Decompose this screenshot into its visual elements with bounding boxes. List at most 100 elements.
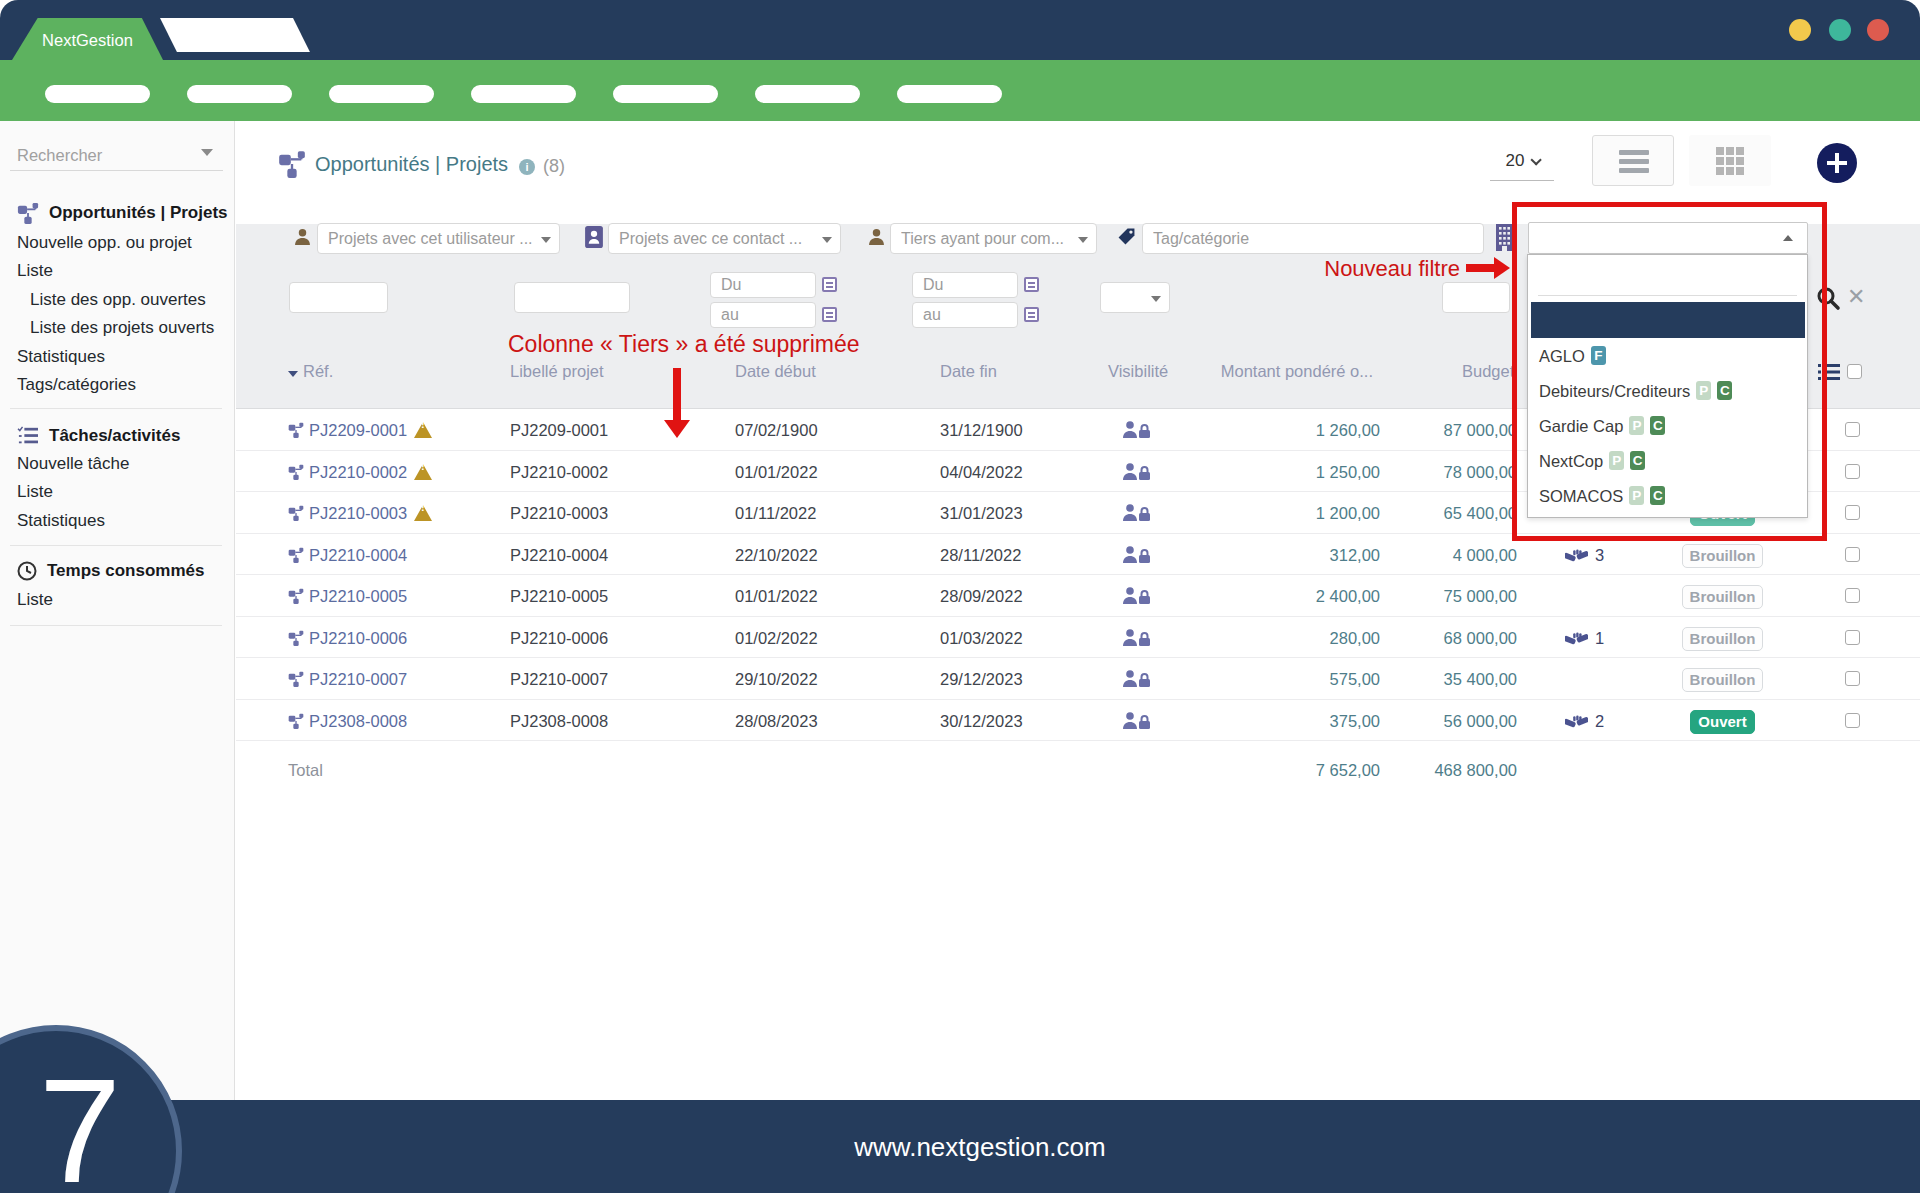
nav-menu-pill[interactable] [45,85,150,103]
list-icon [1619,150,1649,177]
date-end: 30/12/2023 [940,700,1023,742]
sidebar-search-input[interactable]: Rechercher [10,140,223,171]
sidebar-item[interactable]: Liste [0,586,235,614]
calendar-icon[interactable] [1024,307,1039,322]
chevron-down-icon [541,237,551,243]
brand-tab[interactable]: NextGestion [12,18,163,60]
date-end: 31/01/2023 [940,492,1023,534]
nav-menu-pill[interactable] [187,85,292,103]
page-number: 7 [0,1031,206,1193]
sidebar-section-temps[interactable]: Temps consommés [17,560,204,582]
col-header-end[interactable]: Date fin [940,362,997,381]
filter-label-input[interactable] [514,282,630,313]
total-budget: 468 800,00 [1360,750,1517,790]
nav-menu-pill[interactable] [471,85,576,103]
filter-start-from-input[interactable]: Du [710,272,816,298]
add-button[interactable] [1817,143,1857,183]
sidebar-item[interactable]: Liste des projets ouverts [0,314,235,342]
sidebar-item[interactable]: Liste [0,478,235,506]
sidebar-item[interactable]: Tags/catégories [0,371,235,399]
status-badge-wrap: Brouillon [1680,658,1765,700]
calendar-icon[interactable] [1024,277,1039,292]
clear-filters-icon[interactable]: ✕ [1847,284,1865,310]
filter-placeholder: Tiers ayant pour com... [901,230,1064,248]
col-header-ref[interactable]: Réf. [288,362,333,381]
user-icon [868,228,885,245]
main-nav [0,60,1920,121]
row-checkbox[interactable] [1845,671,1860,686]
project-ref-link[interactable]: PJ2210-0007 [309,658,407,700]
sidebar-item[interactable]: Liste des opp. ouvertes [0,286,235,314]
sidebar-item[interactable]: Statistiques [0,507,235,535]
sidebar-item[interactable]: Nouvelle opp. ou projet [0,229,235,257]
project-ref-link[interactable]: PJ2210-0005 [309,575,407,617]
filter-visibility-select[interactable] [1100,282,1170,313]
list-view-button[interactable] [1592,135,1674,186]
grid-view-button[interactable] [1689,135,1771,186]
sidebar-section-title: Opportunités | Projets [49,203,228,223]
filter-contact-select[interactable]: Projets avec ce contact ... [608,223,841,254]
nav-menu-pill[interactable] [897,85,1002,103]
row-checkbox[interactable] [1845,713,1860,728]
sidebar-item[interactable]: Liste [0,257,235,285]
table-row[interactable]: PJ2308-0008 PJ2308-0008 28/08/2023 30/12… [236,700,1920,742]
filter-tiers-select[interactable]: Tiers ayant pour com... [890,223,1097,254]
window-minimize-circle[interactable] [1789,19,1811,41]
filter-ref-input[interactable] [289,282,388,313]
filter-amount-input[interactable] [1442,282,1510,313]
col-header-visibility[interactable]: Visibilité [1108,362,1168,381]
sidebar-item[interactable]: Statistiques [0,343,235,371]
calendar-icon[interactable] [822,277,837,292]
annotation-new-filter: Nouveau filtre [1293,256,1460,282]
calendar-icon[interactable] [822,307,837,322]
filter-end-to-input[interactable]: au [912,302,1018,328]
footer-url: www.nextgestion.com [854,1132,1105,1162]
table-row[interactable]: PJ2210-0006 PJ2210-0006 01/02/2022 01/03… [236,617,1920,659]
info-icon[interactable]: i [519,159,535,175]
row-checkbox[interactable] [1845,547,1860,562]
window-maximize-circle[interactable] [1829,19,1851,41]
project-ref-link[interactable]: PJ2308-0008 [309,700,407,742]
project-ref-link[interactable]: PJ2210-0002 [309,451,407,493]
active-tab[interactable] [160,18,310,52]
sidebar-section-taches[interactable]: Tâches/activités [17,425,180,447]
budget-amount: 4 000,00 [1360,534,1517,576]
filter-tag-input[interactable] [1142,223,1484,254]
sidebar-item[interactable]: Nouvelle tâche [0,450,235,478]
table-row[interactable]: PJ2210-0005 PJ2210-0005 01/01/2022 28/09… [236,575,1920,617]
row-checkbox[interactable] [1845,588,1860,603]
nav-menu-pill[interactable] [329,85,434,103]
sidebar-section-title: Temps consommés [47,561,204,581]
row-checkbox[interactable] [1845,630,1860,645]
filter-start-to-input[interactable]: au [710,302,816,328]
project-ref-link[interactable]: PJ2210-0003 [309,492,407,534]
window-close-circle[interactable] [1867,19,1889,41]
row-checkbox[interactable] [1845,464,1860,479]
sidebar-section-opportunites[interactable]: Opportunités | Projets [17,202,228,224]
date-start: 07/02/1900 [735,409,818,451]
col-header-label[interactable]: Libellé projet [510,362,604,381]
filter-end-from-input[interactable]: Du [912,272,1018,298]
budget-amount: 56 000,00 [1360,700,1517,742]
nav-menu-pill[interactable] [613,85,718,103]
project-ref-link[interactable]: PJ2210-0004 [309,534,407,576]
chevron-down-icon [201,149,213,156]
nav-menu-pill[interactable] [755,85,860,103]
table-row[interactable]: PJ2210-0007 PJ2210-0007 29/10/2022 29/12… [236,658,1920,700]
col-header-amount[interactable]: Montant pondéré o... [1220,362,1373,381]
visibility-private-icon [1122,629,1152,647]
page-size-select[interactable]: 20 [1490,146,1554,181]
col-header-start[interactable]: Date début [735,362,816,381]
date-start: 01/11/2022 [735,492,816,534]
col-header-budget[interactable]: Budget [1462,362,1514,381]
select-all-checkbox[interactable] [1847,364,1862,379]
annotation-highlight-rect [1512,202,1827,541]
people-count: 1 [1565,617,1604,659]
project-ref-link[interactable]: PJ2209-0001 [309,409,407,451]
sitemap-icon [288,671,304,687]
project-ref-link[interactable]: PJ2210-0006 [309,617,407,659]
filter-user-select[interactable]: Projets avec cet utilisateur ... [317,223,560,254]
status-badge-wrap: Ouvert [1680,700,1765,742]
row-checkbox[interactable] [1845,505,1860,520]
row-checkbox[interactable] [1845,422,1860,437]
